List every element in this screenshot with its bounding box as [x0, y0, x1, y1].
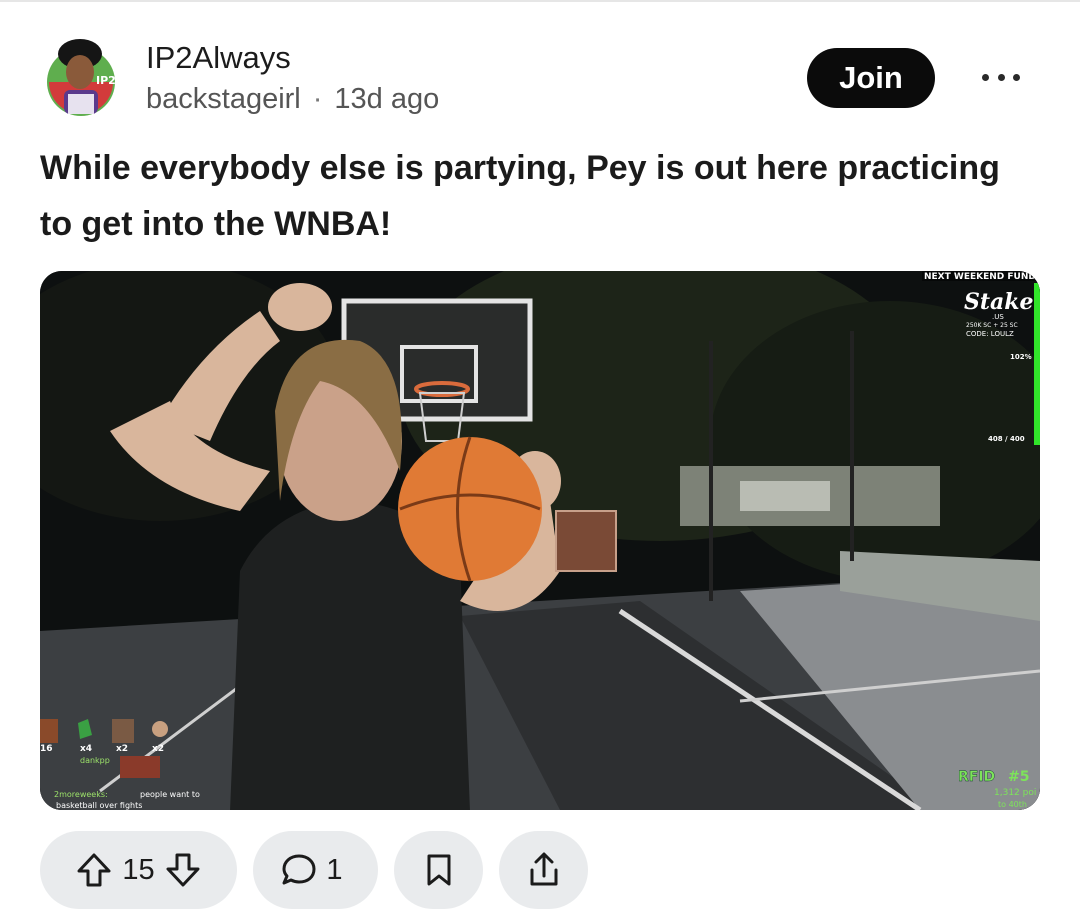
top-divider: [0, 0, 1080, 2]
post-header: IP2 IP2Always backstageirl · 13d ago Join: [40, 38, 1040, 122]
upvote-count: 15: [122, 853, 155, 886]
rfid-points: 1,312 poi: [994, 788, 1036, 798]
more-dot-icon: [997, 73, 1005, 81]
community-name[interactable]: IP2Always: [146, 40, 439, 76]
sponsor-code: CODE: LOULZ: [966, 330, 1014, 338]
chat-badge: x4: [80, 744, 92, 754]
chat-message-2: basketball over fights: [56, 801, 142, 810]
join-button[interactable]: Join: [807, 48, 935, 108]
more-dot-icon: [1013, 73, 1020, 81]
more-dot-icon: [982, 73, 989, 81]
post-media-video[interactable]: NEXT WEEKEND FUND Stake .US 250K SC + 25…: [40, 271, 1040, 810]
chat-user: dankpp: [80, 756, 110, 765]
sponsor-offer: 250K SC + 25 SC: [966, 322, 1018, 329]
save-button[interactable]: [394, 831, 483, 909]
bookmark-icon: [422, 852, 456, 888]
sponsor-sub: .US: [992, 313, 1004, 321]
rfid-number: #5: [1008, 769, 1029, 785]
chat-message-user: 2moreweeks:: [54, 790, 108, 799]
rfid-label: RFID: [958, 769, 995, 785]
author-name[interactable]: backstageirl: [146, 83, 301, 115]
post-title[interactable]: While everybody else is partying, Pey is…: [40, 140, 1040, 252]
progress-fill: [1034, 283, 1040, 445]
rfid-sub: to 40th: [998, 800, 1027, 809]
community-avatar[interactable]: IP2: [44, 38, 118, 118]
sponsor-brand: Stake: [964, 289, 1034, 315]
progress-count: 408 / 400: [988, 435, 1025, 443]
comment-bubble-icon: [280, 851, 318, 889]
downvote-arrow-icon[interactable]: [163, 850, 203, 890]
separator-dot: ·: [312, 83, 323, 115]
post-time: 13d ago: [334, 83, 440, 115]
chat-badge: x2: [152, 744, 164, 754]
chat-badge: 16: [40, 744, 53, 754]
chat-badge: x2: [116, 744, 128, 754]
more-options-button[interactable]: [976, 64, 1026, 90]
comments-button[interactable]: 1: [253, 831, 378, 909]
comment-count: 1: [326, 853, 343, 886]
share-icon: [525, 850, 563, 890]
chat-message: people want to: [140, 790, 200, 799]
progress-percent: 102%: [1010, 353, 1032, 361]
sponsor-header: NEXT WEEKEND FUND: [924, 272, 1036, 282]
vote-group: 15: [40, 831, 237, 909]
share-button[interactable]: [499, 831, 588, 909]
avatar-badge: IP2: [96, 74, 116, 87]
action-bar: 15 1: [40, 831, 1040, 909]
upvote-arrow-icon[interactable]: [74, 850, 114, 890]
